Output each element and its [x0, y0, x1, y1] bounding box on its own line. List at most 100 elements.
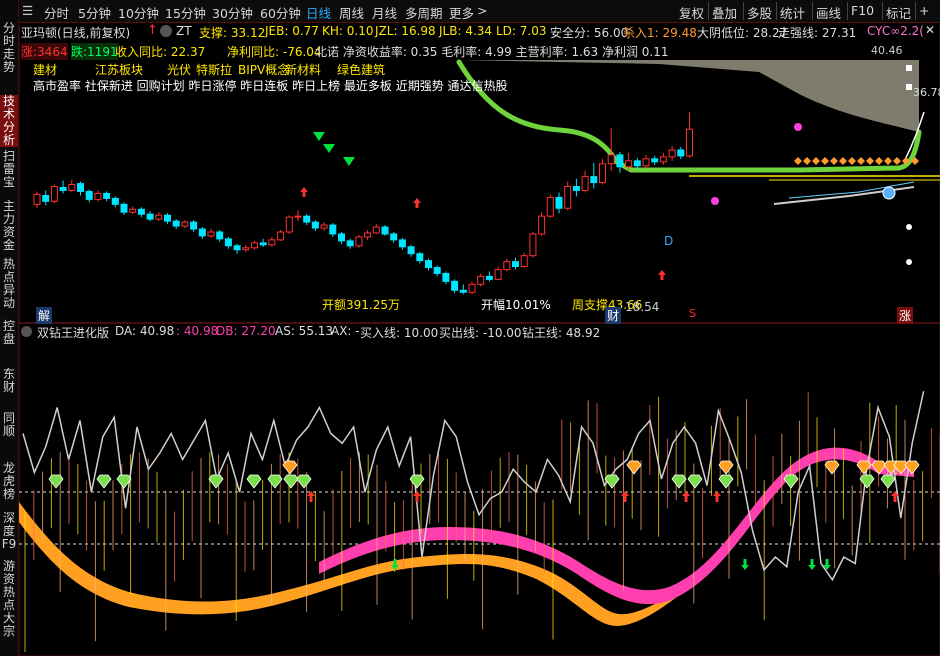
candle-body: [198, 228, 206, 237]
candle-body: [137, 208, 145, 215]
open-range: 开幅10.01%: [481, 298, 551, 312]
period-tab-7[interactable]: 周线: [339, 3, 364, 22]
period-tab-8[interactable]: 月线: [372, 3, 397, 22]
toolbar-button-1[interactable]: 叠加: [712, 3, 737, 22]
period-tab-6[interactable]: 日线: [306, 3, 331, 22]
more-arrow-icon[interactable]: >: [477, 3, 487, 18]
toolbar-button-6[interactable]: 标记: [886, 3, 911, 22]
candle-body: [433, 267, 441, 274]
candle-body: [625, 160, 633, 168]
indicator-pane: [19, 391, 940, 652]
sidebar-tab-9[interactable]: 深度F9: [0, 512, 18, 558]
green-diamond-signal: [718, 474, 734, 489]
candle-body: [677, 149, 685, 157]
concept-tag-0[interactable]: 建材: [33, 61, 57, 78]
sidebar-tab-0[interactable]: 分时走势: [0, 22, 18, 82]
candle-body: [285, 216, 293, 233]
concept-tag-5[interactable]: 新材料: [285, 61, 321, 78]
white-square-marker: [906, 84, 912, 90]
period-tab-3[interactable]: 15分钟: [165, 3, 206, 22]
sidebar-tab-6[interactable]: 东财: [0, 368, 18, 408]
sidebar-tab-11[interactable]: 大宗: [0, 612, 18, 652]
magenta-dot: [794, 123, 802, 131]
candle-body: [233, 245, 241, 251]
green-sell-arrow: [741, 559, 749, 570]
green-diamond-signal: [671, 474, 687, 489]
sidebar-tab-3[interactable]: 主力资金: [0, 200, 18, 254]
orange-diamond-signal: [282, 460, 298, 475]
period-tab-10[interactable]: 更多: [449, 3, 474, 22]
sidebar-tab-10[interactable]: 游资热点: [0, 560, 18, 612]
orange-diamond: [821, 157, 829, 165]
sell-line-value: 买出线: -10.00: [439, 326, 522, 340]
period-toolbar: ☰ 分时 5分钟 10分钟 15分钟 30分钟 60分钟 日线 周线 月线 多周期 更多 > 复权 叠加…: [19, 0, 940, 23]
toolbar-button-5[interactable]: F10: [851, 3, 874, 18]
candle-body: [451, 280, 459, 291]
down-triangle-signal: [323, 144, 335, 153]
toolbar-button-2[interactable]: 多股: [747, 3, 772, 22]
menu-icon[interactable]: ☰: [22, 3, 33, 18]
candle-body: [398, 239, 406, 248]
down-triangle-signal: [343, 157, 355, 166]
toolbar-button-3[interactable]: 统计: [780, 3, 805, 22]
red-buy-arrow: [621, 491, 629, 502]
candle-body: [216, 231, 224, 240]
red-up-arrow: [658, 270, 666, 280]
candle-body: [259, 242, 267, 246]
toolbar-button-0[interactable]: 复权: [679, 3, 704, 22]
candle-body: [564, 186, 572, 209]
sidebar-tab-1[interactable]: 技术分析: [0, 95, 18, 147]
orange-diamond-signal: [626, 460, 642, 475]
green-diamond-signal: [687, 474, 703, 489]
concept-tags: 建材 江苏板块 光伏 特斯拉 BIPV概念 新材料 绿色建筑 高市盈率 社保新进 回购计划 …: [19, 60, 819, 93]
da2-value: : 40.98: [176, 324, 219, 338]
sidebar-tab-8[interactable]: 龙虎榜: [0, 462, 18, 508]
concept-row-2: 高市盈率 社保新进 回购计划 昨日涨停 昨日连板 昨日上榜 最近多板 近期强势 …: [33, 79, 508, 93]
candle-body: [190, 221, 198, 230]
period-tab-1[interactable]: 5分钟: [78, 3, 111, 22]
low-price-label: 18.54: [625, 300, 660, 314]
period-tab-5[interactable]: 60分钟: [260, 3, 301, 22]
profit-yoy: 净利同比: -76.04: [227, 45, 322, 59]
concept-tag-1[interactable]: 江苏板块: [95, 61, 143, 78]
concept-tag-2[interactable]: 光伏: [167, 61, 191, 78]
concept-tag-3[interactable]: 特斯拉: [196, 61, 232, 78]
sidebar-tab-4[interactable]: 热点异动: [0, 258, 18, 314]
candle-body: [355, 236, 363, 247]
period-tab-0[interactable]: 分时: [44, 3, 69, 22]
revenue-yoy: 收入同比: 22.37: [115, 45, 206, 59]
period-tab-2[interactable]: 10分钟: [118, 3, 159, 22]
orange-diamond-signal: [856, 460, 872, 475]
green-diamond-signal: [604, 474, 620, 489]
candle-body: [120, 203, 128, 213]
indicator-settings-icon[interactable]: [21, 326, 32, 337]
candle-body: [207, 231, 215, 237]
candle-body: [320, 224, 328, 229]
candle-body: [546, 196, 554, 217]
green-diamond-signal: [208, 474, 224, 489]
period-tab-9[interactable]: 多周期: [405, 3, 443, 22]
die-count: 跌:1191: [71, 43, 118, 60]
toolbar-button-4[interactable]: 画线: [816, 3, 841, 22]
period-tab-4[interactable]: 30分钟: [212, 3, 253, 22]
sidebar-tab-2[interactable]: 扫雷宝: [0, 150, 18, 196]
candle-body: [251, 242, 258, 249]
candle-body: [59, 187, 67, 191]
candle-body: [494, 269, 502, 280]
high-price-label: 36.78: [913, 86, 940, 99]
candle-body: [311, 221, 319, 229]
candle-body: [616, 154, 624, 168]
da-value: DA: 40.98: [115, 324, 175, 338]
green-diamond-signal: [296, 474, 312, 489]
concept-tag-6[interactable]: 绿色建筑: [337, 61, 385, 78]
candle-body: [372, 226, 380, 234]
toolbar-button-7[interactable]: +: [919, 3, 929, 18]
candle-body: [425, 260, 432, 269]
sidebar-tab-5[interactable]: 控盘: [0, 320, 18, 360]
white-dot-marker: [906, 259, 912, 265]
candle-body: [503, 261, 511, 271]
sidebar-tab-7[interactable]: 同顺: [0, 412, 18, 456]
candle-body: [94, 192, 102, 200]
candle-body: [659, 156, 667, 163]
concept-tag-4[interactable]: BIPV概念: [238, 61, 289, 78]
